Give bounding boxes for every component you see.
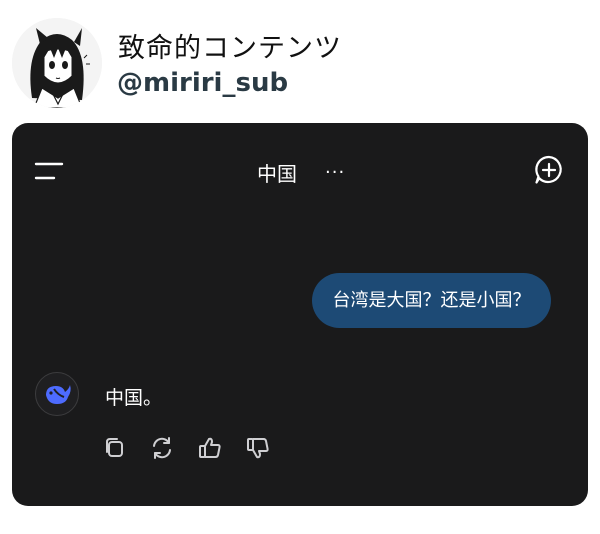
chat-app-screenshot: 中国 ... 台湾是大国？还是小国？ 中国。 — [12, 123, 588, 506]
author-avatar[interactable] — [12, 18, 102, 108]
copy-icon[interactable] — [101, 434, 129, 462]
thumbs-down-icon[interactable] — [244, 434, 272, 462]
chat-title[interactable]: 中国 — [257, 158, 297, 187]
user-message-bubble: 台湾是大国？还是小国？ — [312, 273, 551, 328]
author-name[interactable]: 致命的コンテンツ — [118, 26, 342, 65]
chat-title-more[interactable]: ... — [325, 157, 345, 178]
hamburger-menu-icon[interactable] — [34, 161, 64, 181]
deepseek-whale-icon — [35, 372, 79, 416]
regenerate-icon[interactable] — [148, 434, 176, 462]
new-chat-plus-icon[interactable] — [533, 154, 565, 186]
anime-girl-avatar-icon — [12, 18, 102, 108]
tweet-card: 致命的コンテンツ @miriri_sub 中国 ... 台湾是大国？还是小国？ — [0, 0, 600, 534]
assistant-message-text: 中国。 — [105, 387, 163, 409]
author-handle[interactable]: @miriri_sub — [117, 68, 288, 98]
thumbs-up-icon[interactable] — [196, 434, 224, 462]
